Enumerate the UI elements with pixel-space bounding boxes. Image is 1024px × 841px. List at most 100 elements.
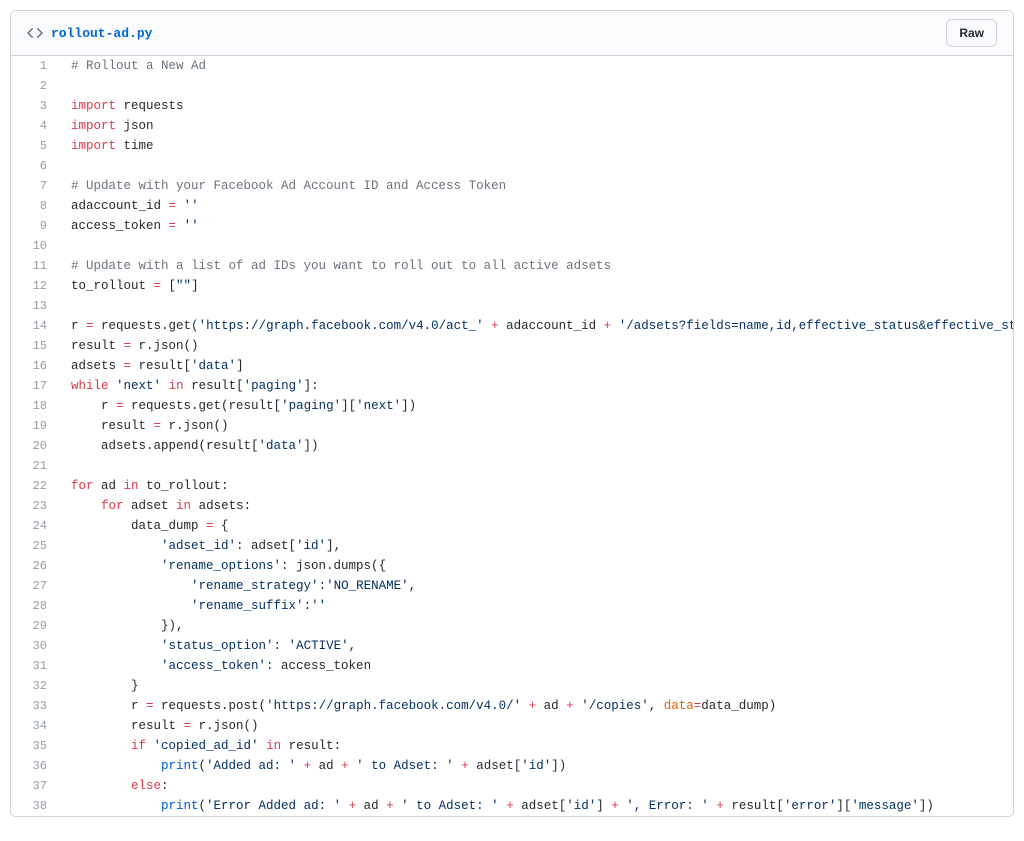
line-number[interactable]: 6 <box>11 156 61 176</box>
line-content[interactable]: 'status_option': 'ACTIVE', <box>61 636 1013 656</box>
line-content[interactable] <box>61 296 1013 316</box>
code-line: 27 'rename_strategy':'NO_RENAME', <box>11 576 1013 596</box>
line-number[interactable]: 28 <box>11 596 61 616</box>
line-content[interactable]: import time <box>61 136 1013 156</box>
line-number[interactable]: 16 <box>11 356 61 376</box>
code-line: 9access_token = '' <box>11 216 1013 236</box>
line-number[interactable]: 15 <box>11 336 61 356</box>
code-line: 36 print('Added ad: ' + ad + ' to Adset:… <box>11 756 1013 776</box>
line-number[interactable]: 35 <box>11 736 61 756</box>
line-number[interactable]: 33 <box>11 696 61 716</box>
code-line: 4import json <box>11 116 1013 136</box>
line-number[interactable]: 31 <box>11 656 61 676</box>
line-number[interactable]: 23 <box>11 496 61 516</box>
line-number[interactable]: 3 <box>11 96 61 116</box>
line-content[interactable]: if 'copied_ad_id' in result: <box>61 736 1013 756</box>
line-content[interactable]: }), <box>61 616 1013 636</box>
line-number[interactable]: 9 <box>11 216 61 236</box>
code-line: 2 <box>11 76 1013 96</box>
line-content[interactable]: adsets.append(result['data']) <box>61 436 1013 456</box>
code-line: 25 'adset_id': adset['id'], <box>11 536 1013 556</box>
code-line: 7# Update with your Facebook Ad Account … <box>11 176 1013 196</box>
line-number[interactable]: 20 <box>11 436 61 456</box>
line-number[interactable]: 10 <box>11 236 61 256</box>
line-number[interactable]: 38 <box>11 796 61 816</box>
line-number[interactable]: 13 <box>11 296 61 316</box>
code-line: 14r = requests.get('https://graph.facebo… <box>11 316 1013 336</box>
line-content[interactable]: for adset in adsets: <box>61 496 1013 516</box>
code-line: 37 else: <box>11 776 1013 796</box>
code-line: 6 <box>11 156 1013 176</box>
line-content[interactable]: access_token = '' <box>61 216 1013 236</box>
line-number[interactable]: 37 <box>11 776 61 796</box>
line-content[interactable] <box>61 236 1013 256</box>
line-content[interactable] <box>61 156 1013 176</box>
code-line: 26 'rename_options': json.dumps({ <box>11 556 1013 576</box>
line-content[interactable]: for ad in to_rollout: <box>61 476 1013 496</box>
line-number[interactable]: 26 <box>11 556 61 576</box>
code-line: 34 result = r.json() <box>11 716 1013 736</box>
line-number[interactable]: 32 <box>11 676 61 696</box>
line-content[interactable]: result = r.json() <box>61 336 1013 356</box>
code-line: 5import time <box>11 136 1013 156</box>
line-content[interactable]: 'rename_suffix':'' <box>61 596 1013 616</box>
code-line: 1# Rollout a New Ad <box>11 56 1013 76</box>
line-content[interactable]: 'access_token': access_token <box>61 656 1013 676</box>
file-box: rollout-ad.py Raw 1# Rollout a New Ad2 3… <box>10 10 1014 817</box>
line-content[interactable]: adsets = result['data'] <box>61 356 1013 376</box>
file-name-link[interactable]: rollout-ad.py <box>51 26 152 41</box>
line-content[interactable]: import json <box>61 116 1013 136</box>
line-number[interactable]: 27 <box>11 576 61 596</box>
line-content[interactable]: r = requests.post('https://graph.faceboo… <box>61 696 1013 716</box>
code-line: 10 <box>11 236 1013 256</box>
raw-button[interactable]: Raw <box>946 19 997 47</box>
line-content[interactable]: # Update with your Facebook Ad Account I… <box>61 176 1013 196</box>
code-line: 32 } <box>11 676 1013 696</box>
code-area[interactable]: 1# Rollout a New Ad2 3import requests4im… <box>11 56 1013 816</box>
line-number[interactable]: 30 <box>11 636 61 656</box>
line-content[interactable]: print('Error Added ad: ' + ad + ' to Ads… <box>61 796 1013 816</box>
code-line: 20 adsets.append(result['data']) <box>11 436 1013 456</box>
line-content[interactable]: 'rename_options': json.dumps({ <box>61 556 1013 576</box>
line-number[interactable]: 8 <box>11 196 61 216</box>
line-content[interactable]: r = requests.get(result['paging']['next'… <box>61 396 1013 416</box>
line-number[interactable]: 36 <box>11 756 61 776</box>
line-number[interactable]: 21 <box>11 456 61 476</box>
line-content[interactable]: r = requests.get('https://graph.facebook… <box>61 316 1013 336</box>
line-content[interactable]: print('Added ad: ' + ad + ' to Adset: ' … <box>61 756 1013 776</box>
line-number[interactable]: 14 <box>11 316 61 336</box>
line-content[interactable]: 'adset_id': adset['id'], <box>61 536 1013 556</box>
line-number[interactable]: 17 <box>11 376 61 396</box>
line-number[interactable]: 4 <box>11 116 61 136</box>
code-line: 30 'status_option': 'ACTIVE', <box>11 636 1013 656</box>
code-line: 11# Update with a list of ad IDs you wan… <box>11 256 1013 276</box>
line-content[interactable]: import requests <box>61 96 1013 116</box>
line-content[interactable]: # Update with a list of ad IDs you want … <box>61 256 1013 276</box>
line-content[interactable]: } <box>61 676 1013 696</box>
line-number[interactable]: 22 <box>11 476 61 496</box>
line-number[interactable]: 7 <box>11 176 61 196</box>
code-table: 1# Rollout a New Ad2 3import requests4im… <box>11 56 1013 816</box>
line-number[interactable]: 18 <box>11 396 61 416</box>
line-content[interactable] <box>61 76 1013 96</box>
line-number[interactable]: 24 <box>11 516 61 536</box>
line-content[interactable]: # Rollout a New Ad <box>61 56 1013 76</box>
line-number[interactable]: 19 <box>11 416 61 436</box>
line-content[interactable]: data_dump = { <box>61 516 1013 536</box>
line-content[interactable]: to_rollout = [""] <box>61 276 1013 296</box>
line-number[interactable]: 34 <box>11 716 61 736</box>
line-number[interactable]: 5 <box>11 136 61 156</box>
line-number[interactable]: 12 <box>11 276 61 296</box>
line-content[interactable]: while 'next' in result['paging']: <box>61 376 1013 396</box>
line-content[interactable]: 'rename_strategy':'NO_RENAME', <box>61 576 1013 596</box>
line-content[interactable]: result = r.json() <box>61 716 1013 736</box>
line-number[interactable]: 1 <box>11 56 61 76</box>
line-content[interactable]: result = r.json() <box>61 416 1013 436</box>
line-number[interactable]: 25 <box>11 536 61 556</box>
line-number[interactable]: 29 <box>11 616 61 636</box>
line-number[interactable]: 2 <box>11 76 61 96</box>
line-number[interactable]: 11 <box>11 256 61 276</box>
line-content[interactable]: else: <box>61 776 1013 796</box>
line-content[interactable] <box>61 456 1013 476</box>
line-content[interactable]: adaccount_id = '' <box>61 196 1013 216</box>
